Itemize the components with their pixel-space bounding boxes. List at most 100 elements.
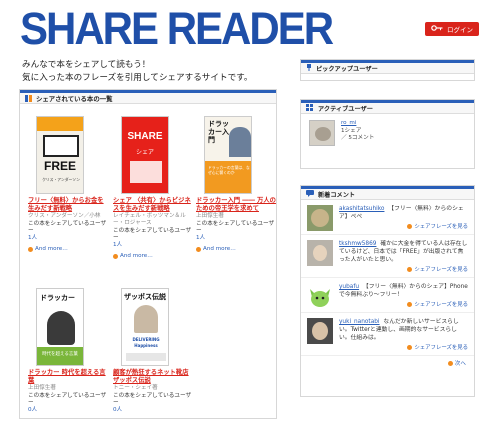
- active-user-name[interactable]: ro_mi: [341, 120, 374, 128]
- comment-item: tkshmw5869 確かに大金を得ている人は存在しているけど、日本では「FRE…: [301, 235, 474, 278]
- and-more-label: And more…: [35, 246, 68, 252]
- see-phrase-link[interactable]: シェアフレーズを見る: [339, 344, 468, 352]
- new-comments-title: 新着コメント: [318, 191, 356, 199]
- book-cover[interactable]: ドラッカー入門 ドラッカーの言葉は、なぜ心に響くのか: [204, 116, 252, 194]
- pickup-panel: ピックアップユーザー: [300, 59, 475, 81]
- new-comments-header: 新着コメント: [301, 186, 474, 200]
- see-phrase-label: シェアフレーズを見る: [414, 224, 468, 230]
- share-text: この本をシェアしているユーザー: [196, 221, 275, 234]
- book-author: トニー・シェイ著: [113, 385, 158, 391]
- active-user-shares: 1シェア: [341, 127, 362, 134]
- comment-item: akashitatsuhiko 【フリー〈無料〉からのシェア】ぺぺ シェアフレー…: [301, 200, 474, 235]
- site-logo[interactable]: SHARE READER: [20, 5, 334, 51]
- avatar[interactable]: [307, 205, 333, 231]
- book-cover[interactable]: FREE クリス・アンダーソン: [36, 116, 84, 194]
- book-author: レイチェル・ボッツマン＆ルー・ロジャース: [113, 213, 186, 226]
- share-text: この本をシェアしているユーザー: [113, 228, 192, 241]
- active-user-panel: アクティブユーザー ro_mi 1シェア ／ 5コメント: [300, 99, 475, 169]
- avatar[interactable]: [307, 318, 333, 344]
- cover-text: SHARE: [127, 131, 163, 142]
- share-count[interactable]: 0人: [28, 407, 108, 414]
- arrow-icon: [28, 246, 33, 252]
- next-label: 次へ: [454, 361, 466, 367]
- cover-sub: 時代を超える言葉: [42, 352, 78, 357]
- avatar[interactable]: [307, 283, 333, 309]
- share-count[interactable]: 0人: [113, 407, 193, 414]
- arrow-icon: [407, 345, 413, 350]
- see-phrase-link[interactable]: シェアフレーズを見る: [339, 301, 468, 309]
- active-user-comments: ／ 5コメント: [341, 135, 375, 141]
- arrow-icon: [407, 302, 413, 307]
- comment-item: yuki_nanotabi なんだか新しいサービスらしい。Twitterと連動し…: [301, 313, 474, 356]
- book-title[interactable]: シェア 〈共有〉からビジネスを生みだす新戦略: [113, 197, 193, 213]
- book-cover[interactable]: ザッポス伝説 DELIVERING Happiness: [121, 288, 169, 366]
- next-link[interactable]: 次へ: [301, 356, 474, 370]
- comment-user[interactable]: tkshmw5869: [339, 241, 376, 247]
- pickup-title: ピックアップユーザー: [316, 65, 378, 73]
- avatar[interactable]: [307, 240, 333, 266]
- comment-user[interactable]: yubafu: [339, 284, 359, 290]
- cover-text: FREE: [43, 159, 76, 173]
- share-count[interactable]: 1人: [113, 242, 193, 249]
- share-text: この本をシェアしているユーザー: [113, 393, 192, 406]
- comment-body: tkshmw5869 確かに大金を得ている人は存在しているけど、日本では「FRE…: [339, 240, 468, 274]
- book-item: ドラッカー 時代を超える言葉 ドラッカー 時代を超える言葉 上田惇生著 この本を…: [28, 288, 108, 414]
- cover-text: ドラッカー入門: [208, 121, 229, 144]
- book-author: 上田惇生著: [196, 213, 224, 219]
- and-more-link[interactable]: And more…: [196, 246, 276, 252]
- cover-sub: DELIVERING Happiness: [132, 337, 160, 348]
- cover-text: ドラッカー: [40, 295, 75, 302]
- tagline-line-2: 気に入った本のフレーズを引用してシェアするサイトです。: [22, 72, 253, 83]
- comment-item: yubafu 【フリー〈無料〉からのシェア】Phoneで今無料ぶり〜フリー！ シ…: [301, 278, 474, 313]
- comment-body: yubafu 【フリー〈無料〉からのシェア】Phoneで今無料ぶり〜フリー！ シ…: [339, 283, 468, 309]
- login-label: ログイン: [447, 26, 473, 34]
- active-user-header: アクティブユーザー: [301, 100, 474, 114]
- comment-user[interactable]: yuki_nanotabi: [339, 319, 380, 325]
- users-icon: [306, 103, 314, 113]
- login-button[interactable]: ログイン: [425, 22, 479, 36]
- book-cover[interactable]: SHARE シェア: [121, 116, 169, 194]
- share-count[interactable]: 1人: [28, 235, 108, 242]
- comment-body: yuki_nanotabi なんだか新しいサービスらしい。Twitterと連動し…: [339, 318, 468, 352]
- cover-sub: シェア: [135, 149, 154, 156]
- active-user-item[interactable]: ro_mi 1シェア ／ 5コメント: [301, 114, 474, 152]
- cover-sub: ドラッカーの言葉は、なぜ心に響くのか: [208, 165, 250, 175]
- book-title[interactable]: ドラッカー 時代を超える言葉: [28, 369, 108, 385]
- pickup-header: ピックアップユーザー: [301, 60, 474, 74]
- comment-body: akashitatsuhiko 【フリー〈無料〉からのシェア】ぺぺ シェアフレー…: [339, 205, 468, 231]
- arrow-icon: [196, 246, 201, 252]
- share-text: この本をシェアしているユーザー: [28, 221, 107, 234]
- and-more-label: And more…: [203, 246, 236, 252]
- book-item: FREE クリス・アンダーソン フリー〈無料〉からお金を生みだす新戦略 クリス・…: [28, 116, 108, 252]
- comment-user[interactable]: akashitatsuhiko: [339, 206, 384, 212]
- share-text: この本をシェアしているユーザー: [28, 393, 107, 406]
- book-author: 上田惇生著: [28, 385, 56, 391]
- tagline: みんなで本をシェアして読もう！ 気に入った本のフレーズを引用してシェアするサイト…: [22, 59, 253, 84]
- see-phrase-label: シェアフレーズを見る: [414, 267, 468, 273]
- see-phrase-link[interactable]: シェアフレーズを見る: [339, 223, 468, 231]
- and-more-link[interactable]: And more…: [113, 253, 193, 259]
- see-phrase-link[interactable]: シェアフレーズを見る: [339, 266, 468, 274]
- arrow-icon: [113, 253, 118, 259]
- pin-icon: [306, 63, 312, 73]
- book-item: ドラッカー入門 ドラッカーの言葉は、なぜ心に響くのか ドラッカー入門 ―― 万人…: [196, 116, 276, 252]
- book-title[interactable]: 顧客が熱狂するネット靴店 ザッポス伝説: [113, 369, 193, 385]
- arrow-icon: [407, 224, 413, 229]
- see-phrase-label: シェアフレーズを見る: [414, 345, 468, 351]
- book-list-title: シェアされている本の一覧: [36, 94, 113, 103]
- cover-text: ザッポス伝説: [124, 294, 166, 301]
- book-list-header: シェアされている本の一覧: [20, 90, 276, 104]
- book-title[interactable]: フリー〈無料〉からお金を生みだす新戦略: [28, 197, 108, 213]
- avatar[interactable]: [309, 120, 335, 146]
- book-title[interactable]: ドラッカー入門 ―― 万人のための帝王学を求めて: [196, 197, 276, 213]
- tagline-line-1: みんなで本をシェアして読もう！: [22, 60, 151, 70]
- book-item: ザッポス伝説 DELIVERING Happiness 顧客が熱狂するネット靴店…: [113, 288, 193, 414]
- share-count[interactable]: 1人: [196, 235, 276, 242]
- active-user-title: アクティブユーザー: [318, 105, 373, 113]
- arrow-icon: [447, 361, 453, 366]
- arrow-icon: [407, 267, 413, 272]
- book-cover[interactable]: ドラッカー 時代を超える言葉: [36, 288, 84, 366]
- and-more-link[interactable]: And more…: [28, 246, 108, 252]
- cover-sub: クリス・アンダーソン: [42, 177, 80, 182]
- and-more-label: And more…: [120, 253, 153, 259]
